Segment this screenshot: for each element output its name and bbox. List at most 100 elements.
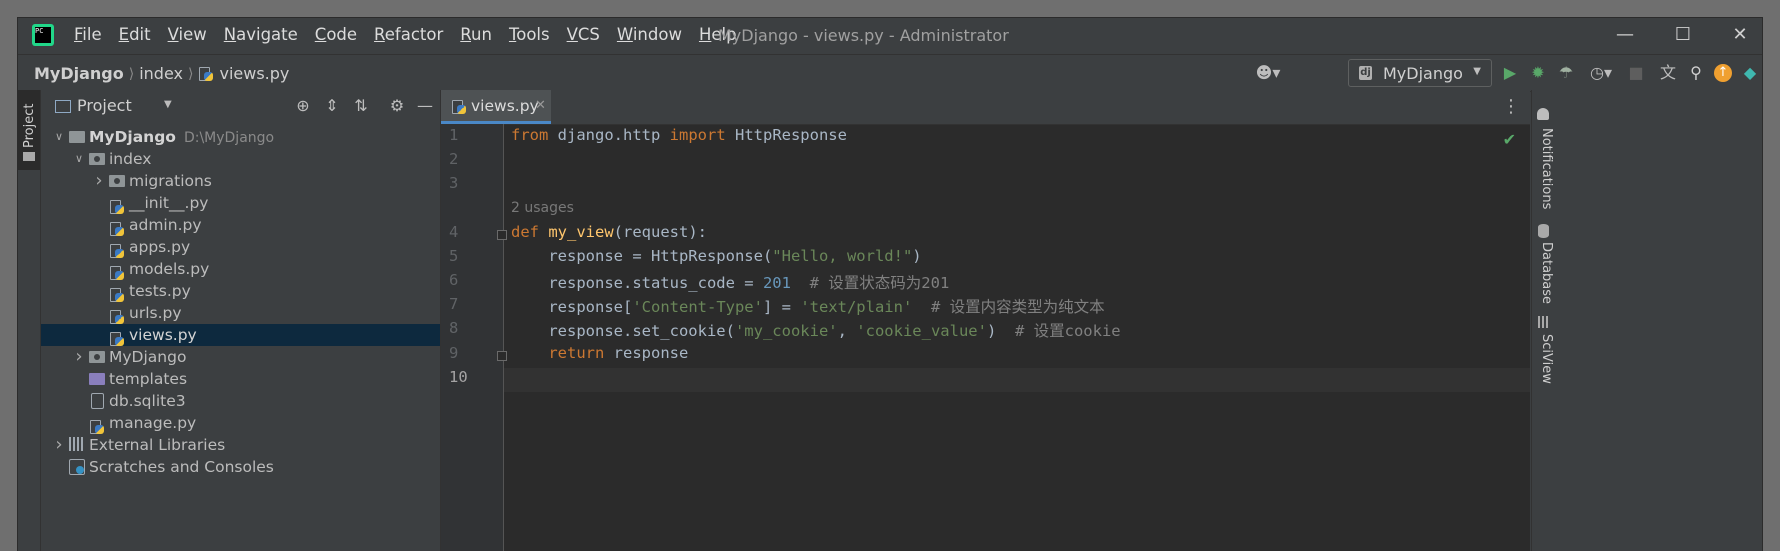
hide-icon[interactable]: —: [415, 96, 435, 116]
debug-icon[interactable]: ✹: [1528, 63, 1548, 83]
coverage-icon[interactable]: ☂: [1556, 63, 1576, 83]
plugin-icon[interactable]: ◆: [1740, 63, 1760, 83]
tree-item-name: tests.py: [129, 282, 191, 300]
breadcrumb-index[interactable]: index: [139, 64, 183, 83]
menu-file[interactable]: File: [74, 25, 102, 44]
code-token: response.status_code =: [511, 274, 763, 292]
chevron-down-icon[interactable]: ∨: [73, 148, 85, 170]
locate-icon[interactable]: ⊕: [293, 96, 313, 116]
python-file-icon: [109, 327, 126, 346]
code-token: response: [604, 344, 689, 362]
pycharm-icon[interactable]: PC: [32, 24, 54, 46]
left-tool-stripe: Project: [18, 90, 41, 551]
code-line[interactable]: from django.http import HttpResponse: [511, 126, 847, 144]
tree-item[interactable]: › MyDjango: [41, 346, 440, 368]
profile-icon[interactable]: ◷▾: [1584, 63, 1618, 83]
tree-item[interactable]: models.py: [41, 258, 440, 280]
tree-item[interactable]: › External Libraries: [41, 434, 440, 456]
menu-vcs[interactable]: VCS: [567, 25, 600, 44]
fold-end-icon[interactable]: [497, 351, 507, 361]
tree-item-name: MyDjango: [109, 348, 187, 366]
notifications-tool-label[interactable]: Notifications: [1539, 128, 1554, 209]
minimize-icon[interactable]: —: [1615, 24, 1635, 46]
menu-view[interactable]: View: [168, 25, 207, 44]
code-token: # 设置状态码为201: [809, 274, 950, 292]
python-file-icon: [109, 261, 126, 280]
project-panel-title[interactable]: Project: [77, 96, 132, 115]
chevron-right-icon[interactable]: ›: [73, 346, 85, 368]
tree-item[interactable]: tests.py: [41, 280, 440, 302]
code-token: # 设置cookie: [1014, 322, 1121, 340]
project-tree: ∨ MyDjango D:\MyDjango ∨ index › migrations __i…: [41, 126, 440, 478]
sciview-tool-label[interactable]: SciView: [1539, 334, 1554, 384]
tree-item[interactable]: apps.py: [41, 236, 440, 258]
stop-icon[interactable]: ■: [1626, 63, 1646, 83]
tree-item[interactable]: › migrations: [41, 170, 440, 192]
tree-item[interactable]: views.py: [41, 324, 440, 346]
bell-icon[interactable]: [1537, 108, 1549, 120]
collapse-all-icon[interactable]: ⇅: [351, 96, 371, 116]
fold-start-icon[interactable]: [497, 230, 507, 240]
code-line[interactable]: response.set_cookie('my_cookie', 'cookie…: [511, 319, 1121, 341]
tab-views-py[interactable]: views.py ✕: [441, 90, 551, 124]
tree-item[interactable]: ∨ index: [41, 148, 440, 170]
breadcrumb-project[interactable]: MyDjango: [34, 64, 124, 83]
folder-icon: [23, 152, 35, 161]
tree-item[interactable]: db.sqlite3: [41, 390, 440, 412]
chevron-right-icon[interactable]: ›: [53, 434, 65, 456]
chevron-right-icon[interactable]: ›: [93, 170, 105, 192]
translate-icon[interactable]: 文: [1658, 63, 1678, 83]
package-folder-icon: [89, 151, 106, 167]
tree-item[interactable]: manage.py: [41, 412, 440, 434]
tree-item[interactable]: ∨ MyDjango D:\MyDjango: [41, 126, 440, 148]
python-file-icon: [109, 217, 126, 236]
expand-all-icon[interactable]: ⇕: [322, 96, 342, 116]
chevron-down-icon[interactable]: ∨: [53, 126, 65, 148]
code-line[interactable]: return response: [511, 344, 688, 362]
code-line[interactable]: response.status_code = 201 # 设置状态码为201: [511, 271, 949, 293]
line-number: 8: [449, 319, 459, 337]
more-vertical-icon[interactable]: ⋮: [1502, 96, 1520, 117]
code-token: HttpResponse: [725, 126, 847, 144]
menu-tools[interactable]: Tools: [509, 25, 550, 44]
tree-item[interactable]: templates: [41, 368, 440, 390]
close-tab-icon[interactable]: ✕: [535, 98, 546, 113]
maximize-icon[interactable]: ☐: [1673, 24, 1693, 46]
menu-refactor[interactable]: Refactor: [374, 25, 443, 44]
tree-item-name: migrations: [129, 172, 212, 190]
user-icon[interactable]: ☻▾: [1252, 63, 1284, 83]
gear-icon[interactable]: ⚙: [387, 96, 407, 116]
database-tool-label[interactable]: Database: [1539, 242, 1554, 304]
menu-window[interactable]: Window: [617, 25, 682, 44]
sciview-icon[interactable]: [1538, 316, 1550, 328]
python-file-icon: [109, 239, 126, 258]
search-icon[interactable]: ⚲: [1686, 63, 1706, 83]
menu-code[interactable]: Code: [315, 25, 357, 44]
tree-item[interactable]: __init__.py: [41, 192, 440, 214]
run-configuration-select[interactable]: dj MyDjango ▼: [1348, 59, 1492, 87]
usages-hint[interactable]: 2 usages: [511, 200, 574, 216]
update-icon[interactable]: ↑: [1714, 64, 1732, 82]
project-tool-tab[interactable]: Project: [18, 90, 40, 170]
tree-item-name: db.sqlite3: [109, 392, 186, 410]
code-token: return: [548, 344, 605, 362]
breadcrumb-file[interactable]: views.py: [219, 64, 289, 83]
code-line[interactable]: response['Content-Type'] = 'text/plain' …: [511, 295, 1104, 317]
tree-item[interactable]: Scratches and Consoles: [41, 456, 440, 478]
menu-run[interactable]: Run: [460, 25, 492, 44]
chevron-down-icon[interactable]: ▼: [164, 99, 172, 110]
tree-item[interactable]: urls.py: [41, 302, 440, 324]
code-line[interactable]: def my_view(request):: [511, 223, 707, 241]
check-icon[interactable]: ✔: [1503, 130, 1516, 149]
chevron-right-icon: ⟩: [128, 65, 135, 82]
close-icon[interactable]: ✕: [1730, 24, 1750, 46]
database-icon[interactable]: [1538, 224, 1549, 238]
menu-navigate[interactable]: Navigate: [224, 25, 298, 44]
menu-edit[interactable]: Edit: [119, 25, 151, 44]
code-token: django.http: [548, 126, 670, 144]
run-icon[interactable]: ▶: [1500, 63, 1520, 83]
tree-item-label: admin.py: [129, 214, 202, 236]
code-line[interactable]: response = HttpResponse("Hello, world!"): [511, 247, 921, 265]
tree-item[interactable]: admin.py: [41, 214, 440, 236]
